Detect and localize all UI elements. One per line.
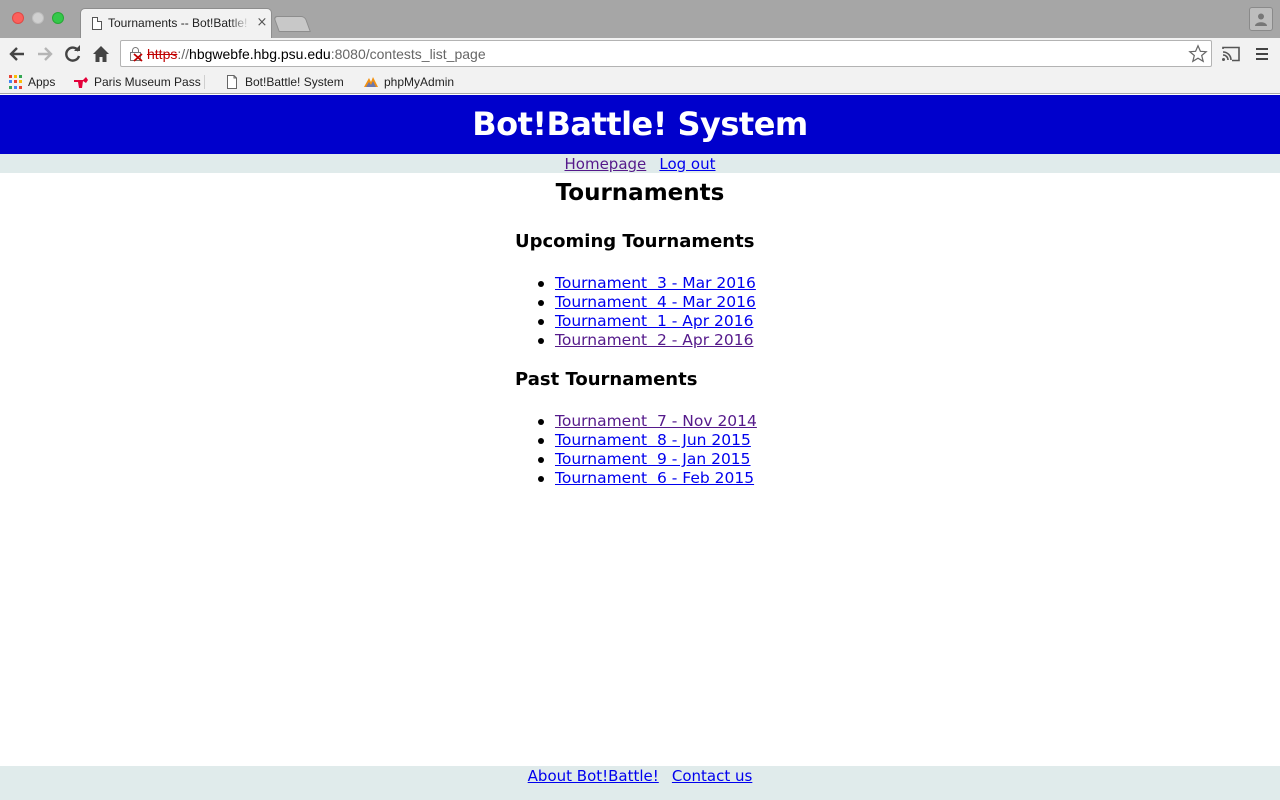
url-text: https://hbgwebfe.hbg.psu.edu:8080/contes… xyxy=(147,46,486,62)
list-item: Tournament 2 - Apr 2016 xyxy=(538,330,756,349)
bookmark-paris-museum-pass[interactable]: Paris Museum Pass xyxy=(73,73,201,91)
browser-toolbar: https://hbgwebfe.hbg.psu.edu:8080/contes… xyxy=(0,38,1280,70)
window-maximize-button[interactable] xyxy=(52,12,64,24)
phpmyadmin-icon xyxy=(364,77,378,87)
browser-titlebar: Tournaments -- Bot!Battle! System × xyxy=(0,0,1280,38)
site-title: Bot!Battle! System xyxy=(472,105,808,143)
upcoming-tournaments-list: Tournament 3 - Mar 2016 Tournament 4 - M… xyxy=(538,273,756,349)
page-icon xyxy=(227,75,237,89)
tournament-link[interactable]: Tournament 4 - Mar 2016 xyxy=(555,293,756,311)
new-tab-button[interactable] xyxy=(273,16,311,32)
bookmark-label: Bot!Battle! System xyxy=(245,75,344,89)
list-item: Tournament 3 - Mar 2016 xyxy=(538,273,756,292)
reload-icon xyxy=(65,45,81,62)
list-item: Tournament 8 - Jun 2015 xyxy=(538,430,757,449)
forward-arrow-icon xyxy=(38,47,53,61)
site-footer: About Bot!Battle! Contact us xyxy=(0,766,1280,800)
about-link[interactable]: About Bot!Battle! xyxy=(528,767,659,785)
list-item: Tournament 4 - Mar 2016 xyxy=(538,292,756,311)
window-minimize-button[interactable] xyxy=(32,12,44,24)
home-icon xyxy=(93,46,109,62)
tournament-link[interactable]: Tournament 2 - Apr 2016 xyxy=(555,331,753,349)
browser-tab-active[interactable]: Tournaments -- Bot!Battle! System × xyxy=(80,8,272,38)
site-nav: Homepage Log out xyxy=(0,154,1280,173)
tournament-link[interactable]: Tournament 9 - Jan 2015 xyxy=(555,450,751,468)
bookmark-divider xyxy=(204,75,205,89)
apps-grid-icon xyxy=(9,75,23,89)
bookmark-phpmyadmin[interactable]: phpMyAdmin xyxy=(363,73,454,91)
menu-icon[interactable] xyxy=(1255,46,1269,62)
tournament-link[interactable]: Tournament 1 - Apr 2016 xyxy=(555,312,753,330)
cast-icon[interactable] xyxy=(1221,46,1241,62)
tab-title: Tournaments -- Bot!Battle! System xyxy=(108,16,250,30)
upcoming-tournaments-heading: Upcoming Tournaments xyxy=(515,231,755,252)
profile-button[interactable] xyxy=(1249,7,1273,31)
url-scheme: https xyxy=(147,46,178,62)
bookmark-apps[interactable]: Apps xyxy=(9,73,55,91)
home-button[interactable] xyxy=(91,44,111,64)
reload-button[interactable] xyxy=(63,44,83,64)
tournament-link[interactable]: Tournament 8 - Jun 2015 xyxy=(555,431,751,449)
page-icon xyxy=(92,17,102,30)
back-button[interactable] xyxy=(7,44,27,64)
url-host: hbgwebfe.hbg.psu.edu xyxy=(189,46,331,62)
tournament-link[interactable]: Tournament 3 - Mar 2016 xyxy=(555,274,756,292)
bookmark-star-icon[interactable] xyxy=(1188,44,1208,64)
list-item: Tournament 7 - Nov 2014 xyxy=(538,411,757,430)
back-arrow-icon xyxy=(9,47,24,61)
tournament-link[interactable]: Tournament 7 - Nov 2014 xyxy=(555,412,757,430)
past-tournaments-list: Tournament 7 - Nov 2014 Tournament 8 - J… xyxy=(538,411,757,487)
past-tournaments-heading: Past Tournaments xyxy=(515,369,698,390)
url-separator: :// xyxy=(177,46,190,62)
forward-button[interactable] xyxy=(35,44,55,64)
page-title: Tournaments xyxy=(555,180,725,206)
bookmark-label: Paris Museum Pass xyxy=(94,75,201,89)
insecure-lock-icon xyxy=(130,47,143,62)
paris-museum-pass-icon xyxy=(74,77,88,88)
bookmark-label: Apps xyxy=(28,75,56,89)
tournament-link[interactable]: Tournament 6 - Feb 2015 xyxy=(555,469,754,487)
address-bar[interactable]: https://hbgwebfe.hbg.psu.edu:8080/contes… xyxy=(120,40,1212,67)
list-item: Tournament 9 - Jan 2015 xyxy=(538,449,757,468)
bookmarks-bar: Apps Paris Museum Pass Bot!Battle! Syste… xyxy=(0,70,1280,94)
window-close-button[interactable] xyxy=(12,12,24,24)
url-path: :8080/contests_list_page xyxy=(330,46,486,62)
list-item: Tournament 1 - Apr 2016 xyxy=(538,311,756,330)
bookmark-label: phpMyAdmin xyxy=(384,75,455,89)
contact-link[interactable]: Contact us xyxy=(672,767,752,785)
site-header: Bot!Battle! System xyxy=(0,95,1280,154)
bookmark-botbattle-system[interactable]: Bot!Battle! System xyxy=(226,73,344,91)
person-icon xyxy=(1255,13,1267,26)
logout-link[interactable]: Log out xyxy=(659,155,715,173)
homepage-link[interactable]: Homepage xyxy=(565,155,647,173)
list-item: Tournament 6 - Feb 2015 xyxy=(538,468,757,487)
tab-close-icon[interactable]: × xyxy=(255,15,269,31)
